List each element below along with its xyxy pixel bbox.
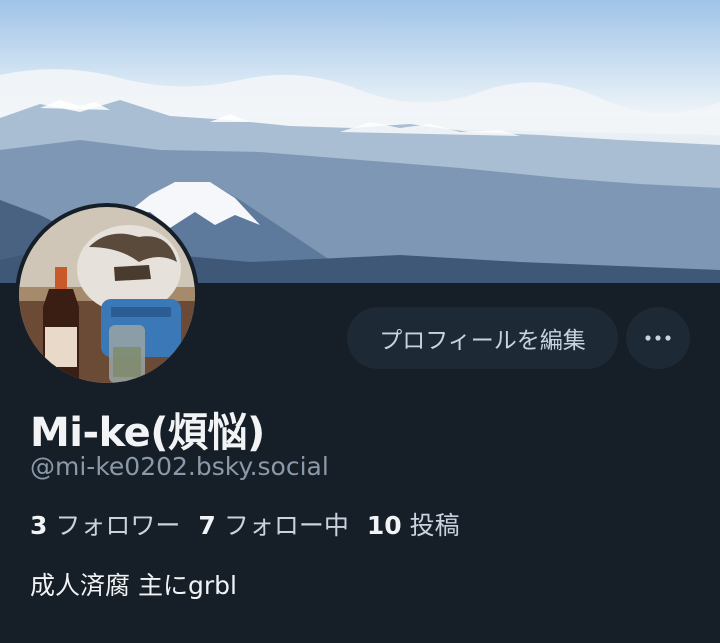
handle: @mi-ke0202.bsky.social [30,452,329,481]
followers-count: 3 [30,511,48,540]
edit-profile-button[interactable]: プロフィールを編集 [347,307,618,369]
avatar[interactable] [19,207,195,383]
followers-stat[interactable]: 3 フォロワー [30,506,180,542]
following-stat[interactable]: 7 フォロー中 [198,506,348,542]
following-label: フォロー中 [223,511,349,540]
posts-label: 投稿 [409,511,460,540]
display-name: Mi-ke(煩悩) [30,410,265,456]
following-count: 7 [198,511,216,540]
more-options-button[interactable] [626,307,690,369]
bio: 成人済腐 主にgrbl [30,571,237,600]
posts-count: 10 [366,511,402,540]
posts-stat: 10 投稿 [367,506,460,542]
ellipsis-icon [645,335,671,341]
profile-stats: 3 フォロワー 7 フォロー中 10 投稿 [30,506,478,542]
followers-label: フォロワー [55,511,181,540]
